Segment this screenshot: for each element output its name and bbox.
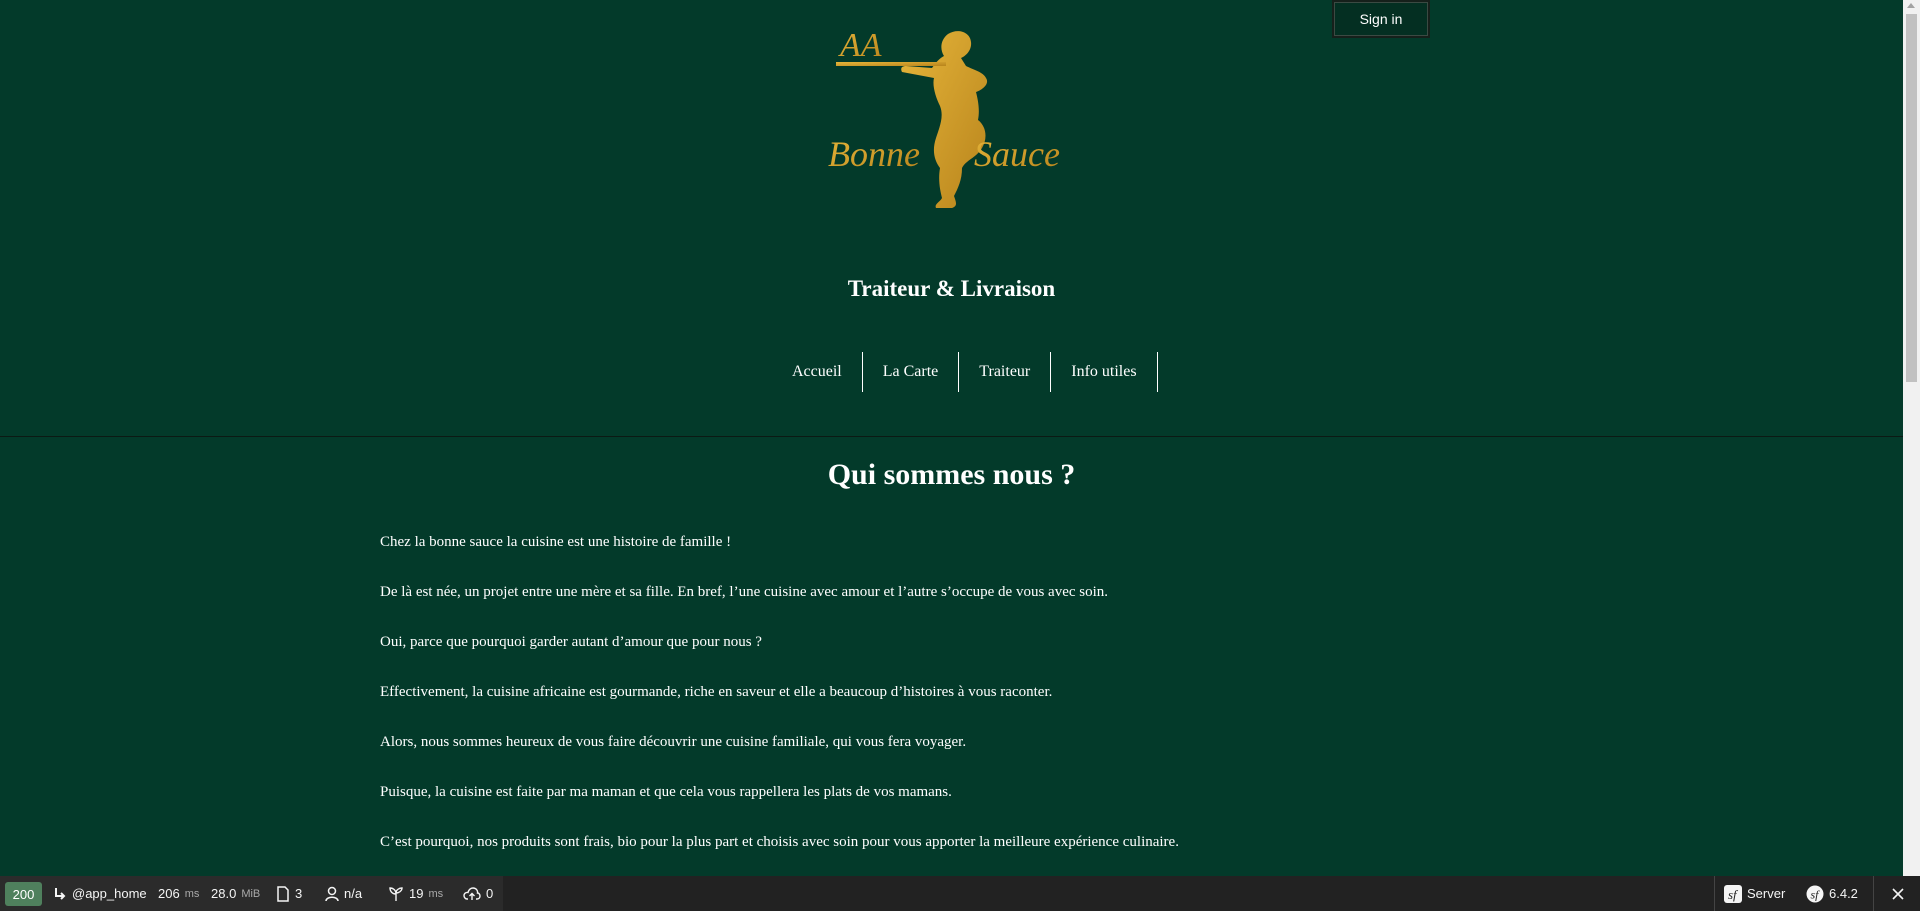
symfony-version-block[interactable]: sf 6.4.2: [1806, 876, 1858, 911]
server-block[interactable]: sf Server: [1724, 876, 1785, 911]
route-name: @app_home: [72, 886, 147, 901]
user-block[interactable]: n/a: [325, 876, 362, 911]
debug-toolbar: 200 @app_home 206 ms 28.0 MiB 3 n/a 19 ms 0…: [0, 876, 1920, 911]
time-block[interactable]: 206 ms: [158, 876, 199, 911]
twig-value: 19: [409, 886, 424, 901]
route-arrow-icon: [55, 887, 66, 900]
nav-item-traiteur[interactable]: Traiteur: [959, 352, 1052, 392]
page-title: Qui sommes nous ?: [827, 458, 1076, 491]
svg-text:AA: AA: [838, 27, 882, 64]
user-icon: [325, 886, 339, 901]
page: Sign in AA Bonne Sauce Traiteur & Livrai…: [0, 0, 1903, 876]
time-unit: ms: [184, 887, 200, 900]
ajax-count: 0: [486, 886, 494, 901]
paragraph: Oui, parce que pourquoi garder autant d’…: [380, 634, 762, 650]
toolbar-separator: [1714, 876, 1715, 911]
scroll-up-arrow-icon[interactable]: [1907, 3, 1915, 8]
symfony-version: 6.4.2: [1829, 886, 1858, 901]
vertical-scrollbar[interactable]: [1903, 0, 1920, 876]
status-badge[interactable]: 200: [5, 882, 42, 906]
tagline: Traiteur & Livraison: [847, 276, 1056, 301]
templates-count: 3: [295, 886, 303, 901]
symfony-circle-logo-icon: sf: [1806, 885, 1824, 902]
twig-block[interactable]: 19 ms: [388, 876, 443, 911]
upload-cloud-icon: [463, 886, 481, 900]
paragraph: De là est née, un projet entre une mère …: [380, 584, 1109, 600]
templates-block[interactable]: 3: [276, 876, 302, 911]
header-divider: [0, 436, 1903, 437]
server-label: Server: [1747, 886, 1786, 901]
svg-text:Sauce: Sauce: [974, 134, 1060, 174]
memory-value: 28.0: [211, 886, 237, 901]
time-value: 206: [158, 886, 180, 901]
scrollbar-thumb[interactable]: [1906, 14, 1917, 382]
main-nav: Accueil La Carte Traiteur Info utiles: [772, 352, 1158, 392]
symfony-logo-icon: sf: [1724, 884, 1742, 903]
user-value: n/a: [344, 886, 363, 901]
nav-item-info-utiles[interactable]: Info utiles: [1051, 352, 1158, 392]
twig-unit: ms: [428, 887, 444, 900]
paragraph: C’est pourquoi, nos produits sont frais,…: [380, 834, 1179, 850]
nav-item-la-carte[interactable]: La Carte: [863, 352, 960, 392]
twig-leaf-icon: [389, 886, 403, 901]
memory-block[interactable]: 28.0 MiB: [211, 876, 260, 911]
memory-unit: MiB: [241, 887, 261, 900]
route-block[interactable]: @app_home: [53, 876, 147, 911]
nav-item-accueil[interactable]: Accueil: [772, 352, 863, 392]
paragraph: Chez la bonne sauce la cuisine est une h…: [380, 534, 732, 550]
logo[interactable]: AA Bonne Sauce: [828, 26, 1078, 226]
document-icon: [277, 885, 289, 902]
paragraph: Effectivement, la cuisine africaine est …: [380, 684, 1053, 700]
close-icon: [1891, 887, 1904, 900]
paragraph: Alors, nous sommes heureux de vous faire…: [380, 734, 967, 750]
about-content: Chez la bonne sauce la cuisine est une h…: [380, 534, 1580, 876]
sign-in-button[interactable]: Sign in: [1332, 0, 1430, 38]
svg-text:Bonne: Bonne: [828, 134, 920, 174]
ajax-block[interactable]: 0: [463, 876, 493, 911]
paragraph: Puisque, la cuisine est faite par ma mam…: [380, 784, 952, 800]
close-toolbar-button[interactable]: [1873, 876, 1920, 911]
